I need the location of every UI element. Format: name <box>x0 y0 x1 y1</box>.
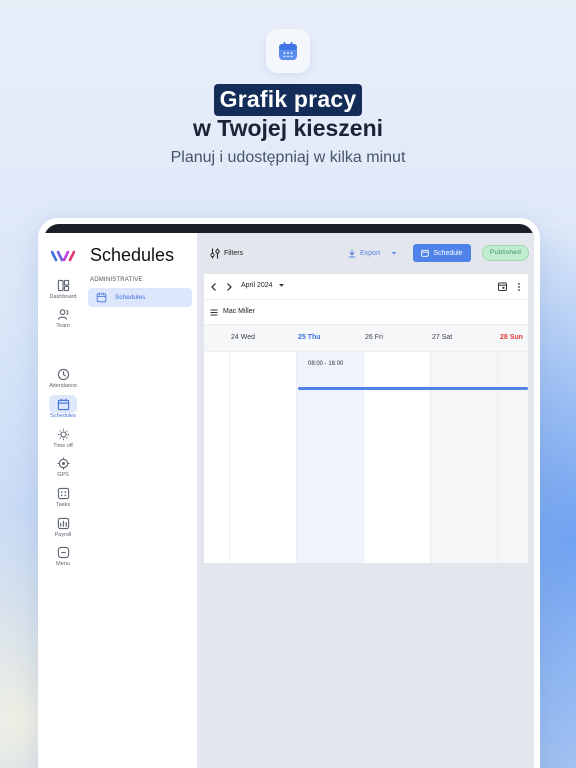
chevron-down-icon <box>391 252 397 255</box>
month-selector[interactable]: April 2024 <box>241 282 285 289</box>
rail-label-tasks: Tasks <box>55 502 71 508</box>
team-icon <box>57 309 68 320</box>
rail-label-attendance: Attendance <box>49 383 77 389</box>
rail-item-attendance[interactable]: Attendance <box>44 368 82 389</box>
hero-title-line2: w Twojej kieszeni <box>192 115 384 141</box>
calendar-header: April 2024 <box>204 274 528 300</box>
day-column-weekend[interactable] <box>430 352 497 563</box>
calendar-card: April 2024 Mac Miller 24 Wed 25 Thu 26 F… <box>204 274 528 563</box>
page-title: Schedules <box>90 245 175 265</box>
hamburger-icon <box>210 309 218 316</box>
main-area: Filters Export Schedule Published April … <box>198 233 534 768</box>
clock-icon <box>57 368 69 381</box>
dashboard-icon <box>57 279 69 292</box>
grid-gutter <box>204 352 229 563</box>
rail-item-dashboard[interactable]: Dashboard <box>44 279 82 300</box>
schedules-panel: Schedules ADMINISTRATIVE Schedules <box>82 233 198 768</box>
rail-item-payroll[interactable]: Payroll <box>44 517 82 538</box>
day-header: 27 Sat <box>432 334 453 341</box>
panel-section-heading: ADMINISTRATIVE <box>90 277 143 283</box>
panel-item-label: Schedules <box>115 294 146 301</box>
rail-item-gps[interactable]: GPS <box>44 457 82 478</box>
rail-item-team[interactable]: Team <box>44 308 82 329</box>
rail-label-dashboard: Dashboard <box>49 294 77 300</box>
payroll-icon <box>57 517 69 530</box>
hero-calendar-icon <box>266 29 310 73</box>
employee-name: Mac Miller <box>223 308 255 315</box>
day-header: 26 Fri <box>365 334 383 341</box>
chevron-left-icon[interactable] <box>208 281 220 293</box>
month-label: April 2024 <box>241 282 273 289</box>
day-header-today: 25 Thu <box>298 334 321 341</box>
rail-item-menu[interactable]: Menu <box>44 546 82 567</box>
icon-rail: Dashboard Team Attendance Schedules Time… <box>44 233 82 768</box>
calendar-icon <box>57 398 69 411</box>
filters-button[interactable]: Filters <box>210 246 243 260</box>
rail-item-tasks[interactable]: Tasks <box>44 487 82 508</box>
calendar-icon <box>421 249 430 257</box>
schedule-label: Schedule <box>433 249 463 257</box>
hero-title-highlight: Grafik pracy <box>213 84 363 116</box>
download-icon <box>348 249 356 258</box>
day-header-sunday: 28 Sun <box>500 334 523 341</box>
gps-icon <box>56 457 70 470</box>
schedule-grid: 08:00 - 16:00 <box>204 352 528 563</box>
hero-subtitle: Planuj i udostępniaj w kilka minut <box>170 149 406 166</box>
day-column-today[interactable] <box>296 352 363 563</box>
rail-label-menu: Menu <box>56 561 70 567</box>
brand-logo[interactable] <box>51 249 75 263</box>
caret-down-icon <box>278 284 284 287</box>
day-column[interactable] <box>363 352 430 563</box>
rail-label-schedules: Schedules <box>50 413 76 419</box>
panel-item-schedules[interactable]: Schedules <box>88 288 192 307</box>
shift-time[interactable]: 08:00 - 16:00 <box>308 361 343 367</box>
app-screen: Dashboard Team Attendance Schedules Time… <box>44 233 534 768</box>
status-badge[interactable]: Published <box>482 245 529 261</box>
calendar-view-icon[interactable] <box>497 281 508 292</box>
menu-icon <box>57 546 69 559</box>
schedule-button[interactable]: Schedule <box>413 244 471 262</box>
toolbar: Filters Export Schedule Published <box>198 233 534 273</box>
employee-row[interactable]: Mac Miller <box>204 300 528 325</box>
day-header: 24 Wed <box>231 334 255 341</box>
export-label: Export <box>360 249 381 257</box>
rail-label-payroll: Payroll <box>54 532 72 538</box>
rail-label-team: Team <box>56 323 70 329</box>
tasks-icon <box>57 487 69 500</box>
export-button[interactable]: Export <box>348 246 398 260</box>
day-header-row: 24 Wed 25 Thu 26 Fri 27 Sat 28 Sun <box>204 325 528 352</box>
filters-icon <box>210 248 220 258</box>
rail-item-schedules[interactable]: Schedules <box>44 395 82 419</box>
more-vertical-icon[interactable] <box>515 281 523 293</box>
rail-item-time-off[interactable]: Time off <box>44 428 82 449</box>
day-column[interactable] <box>229 352 296 563</box>
filters-label: Filters <box>224 249 244 257</box>
hero-title: Grafik pracy <box>0 84 576 116</box>
day-column-weekend[interactable] <box>497 352 528 563</box>
calendar-icon <box>96 292 107 303</box>
sun-icon <box>57 428 69 441</box>
rail-label-gps: GPS <box>57 472 69 478</box>
shift-bar[interactable] <box>298 387 528 390</box>
chevron-right-icon[interactable] <box>223 281 235 293</box>
rail-label-time-off: Time off <box>53 443 73 449</box>
